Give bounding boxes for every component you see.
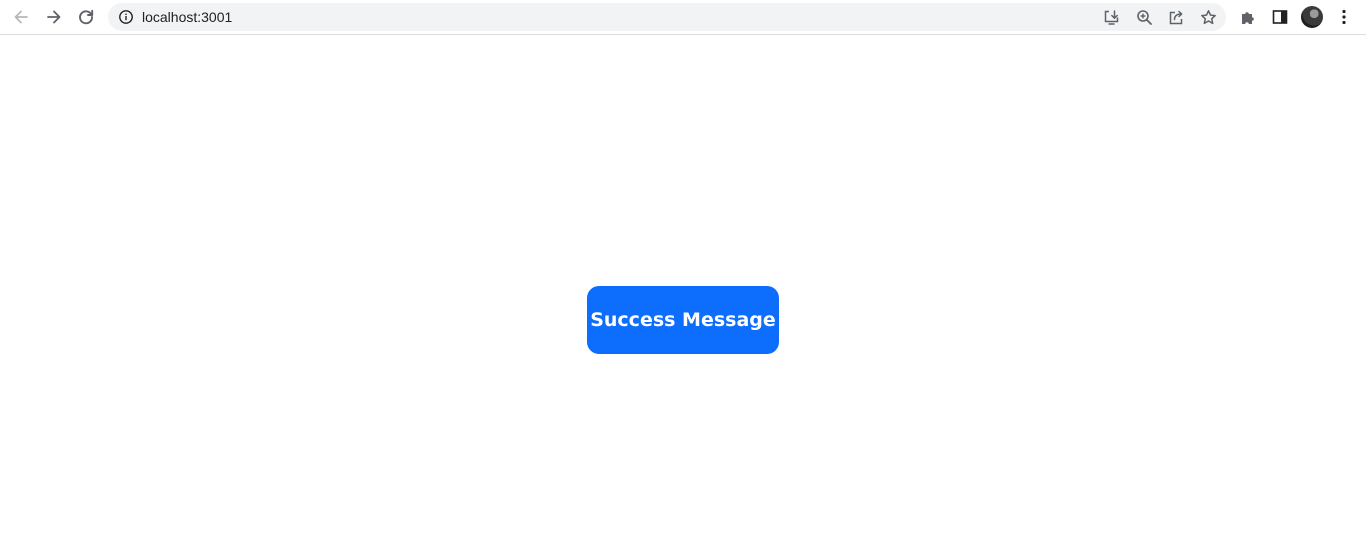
share-button[interactable]	[1167, 8, 1185, 26]
reload-button[interactable]	[72, 3, 100, 31]
kebab-menu-icon	[1342, 9, 1346, 25]
profile-avatar[interactable]	[1301, 6, 1323, 28]
install-app-button[interactable]	[1102, 8, 1120, 26]
reload-icon	[79, 9, 94, 25]
arrow-right-icon	[47, 10, 61, 24]
bookmark-button[interactable]	[1199, 8, 1217, 26]
browser-toolbar: localhost:3001	[0, 0, 1366, 35]
side-panel-button[interactable]	[1266, 3, 1294, 31]
forward-button[interactable]	[40, 3, 68, 31]
install-app-icon	[1104, 9, 1118, 25]
browser-menu-button[interactable]	[1330, 3, 1358, 31]
extensions-button[interactable]	[1234, 3, 1262, 31]
page-content: Success Message	[0, 36, 1366, 550]
site-info-button[interactable]	[118, 9, 134, 25]
address-bar[interactable]: localhost:3001	[108, 3, 1226, 31]
arrow-left-icon	[14, 10, 28, 24]
url-text[interactable]: localhost:3001	[142, 9, 232, 25]
back-button[interactable]	[7, 3, 35, 31]
success-message-button[interactable]: Success Message	[587, 286, 779, 354]
zoom-icon	[1136, 9, 1152, 25]
star-icon	[1200, 9, 1216, 24]
zoom-button[interactable]	[1135, 8, 1153, 26]
puzzle-icon	[1242, 12, 1254, 24]
info-icon	[119, 10, 133, 24]
share-icon	[1169, 10, 1182, 24]
side-panel-icon	[1272, 10, 1288, 24]
